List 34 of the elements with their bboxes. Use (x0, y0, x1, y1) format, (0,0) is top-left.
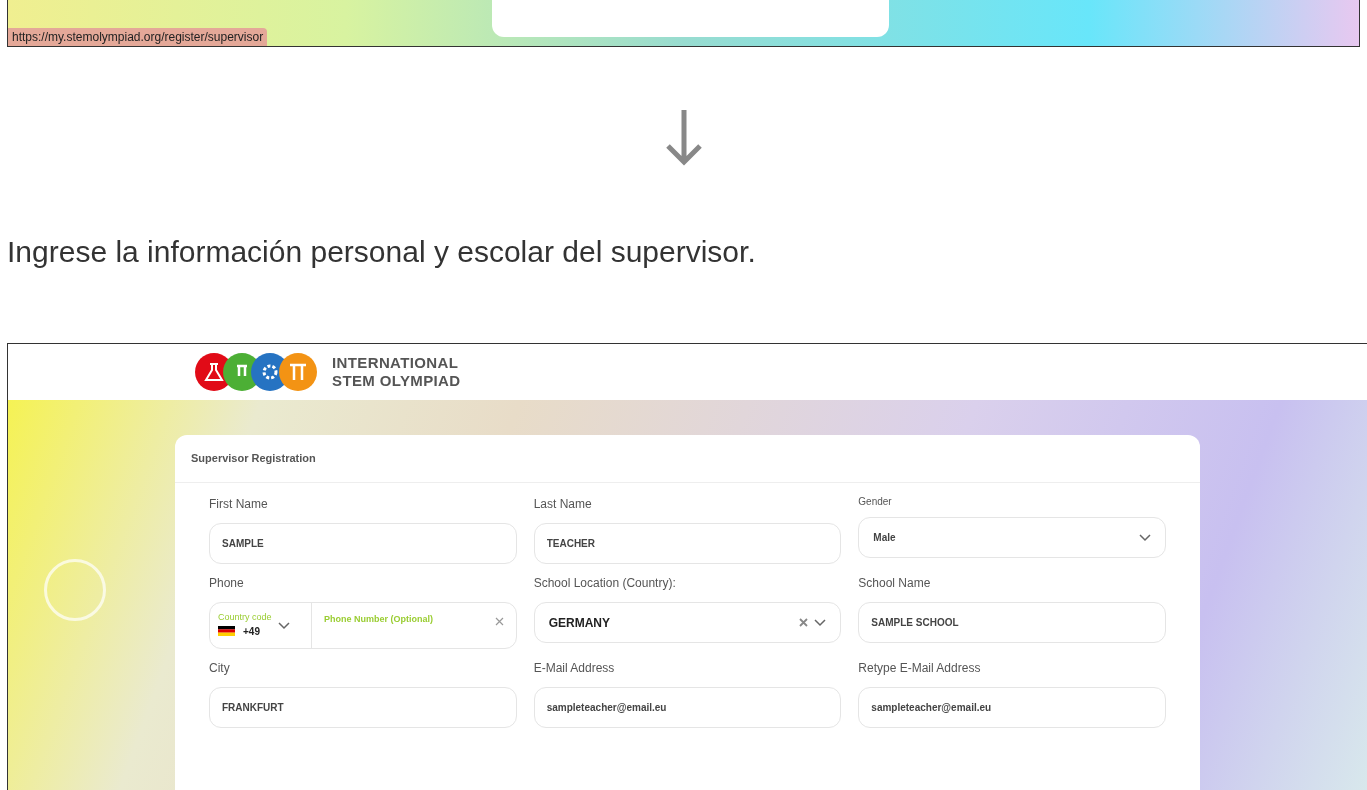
arrow-down-icon (664, 108, 703, 166)
country-code-label: Country code (218, 612, 272, 624)
text-field[interactable]: sampleteacher@email.eu (533, 687, 842, 728)
field-label: School Name (858, 575, 931, 592)
text-field[interactable]: SAMPLE SCHOOL (858, 602, 1166, 643)
country-code: +49 (243, 624, 260, 639)
ring-decoration (44, 559, 106, 621)
status-url: https://my.stemolympiad.org/register/supervisor (8, 28, 268, 46)
chevron-down-icon (1139, 533, 1151, 542)
clear-icon[interactable] (799, 618, 809, 627)
text-field[interactable]: FRANKFURT (209, 687, 517, 728)
field-label: E-Mail Address (533, 660, 615, 677)
phone-placeholder: Phone Number (Optional) (324, 613, 433, 626)
logo-text: INTERNATIONAL (332, 354, 460, 372)
text-field[interactable]: sampleteacher@email.eu (858, 687, 1166, 728)
instruction-text: Ingrese la información personal y escolar del supervisor. (7, 237, 757, 267)
text-field[interactable]: TEACHER (533, 523, 842, 564)
field-label: First Name (209, 496, 268, 513)
field-label: City (209, 660, 230, 677)
field-label: Phone (209, 575, 244, 592)
chevron-down-icon (277, 621, 290, 630)
phone-field[interactable]: Country code +49 Phone Number (Optional) (209, 602, 517, 649)
text-field[interactable]: SAMPLE (209, 523, 517, 564)
field-label: Last Name (533, 496, 592, 513)
country-select[interactable]: GERMANY (533, 602, 842, 643)
gender-select[interactable]: Male (858, 517, 1166, 558)
field-label: Gender (858, 494, 892, 509)
chevron-down-icon (814, 618, 827, 627)
flag-icon (218, 626, 235, 637)
field-label: School Location (Country): (533, 575, 676, 592)
field-label: Retype E-Mail Address (858, 660, 981, 677)
logo-text: STEM OLYMPIAD (332, 372, 461, 390)
clear-icon[interactable] (494, 617, 504, 626)
card-title: Supervisor Registration (191, 451, 316, 467)
